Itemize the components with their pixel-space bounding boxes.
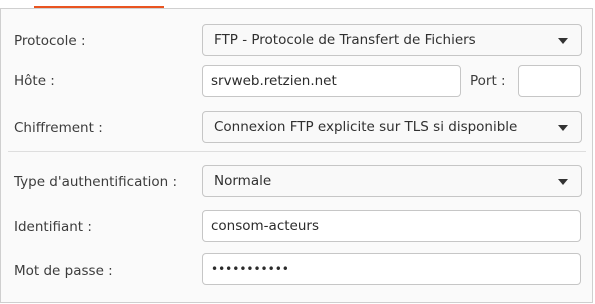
auth-type-value: Normale [214,173,272,189]
protocol-value: FTP - Protocole de Transfert de Fichiers [214,32,476,48]
protocol-label: Protocole : [14,33,86,49]
password-label: Mot de passe : [14,263,113,279]
host-label: Hôte : [14,73,55,89]
auth-type-label: Type d'authentification : [14,174,178,190]
username-label: Identifiant : [14,219,92,235]
chevron-down-icon [558,125,568,131]
encryption-label: Chiffrement : [14,120,103,136]
section-divider [8,151,586,152]
password-input[interactable]: ••••••••••• [202,253,581,285]
chevron-down-icon [558,179,568,185]
protocol-dropdown[interactable]: FTP - Protocole de Transfert de Fichiers [202,24,582,56]
chevron-down-icon [558,38,568,44]
username-input[interactable]: consom-acteurs [202,210,581,242]
host-value: srvweb.retzien.net [211,73,337,89]
encryption-value: Connexion FTP explicite sur TLS si dispo… [214,119,518,135]
port-input[interactable] [518,65,581,97]
username-value: consom-acteurs [211,218,319,234]
host-input[interactable]: srvweb.retzien.net [202,65,461,97]
port-label: Port : [470,73,506,89]
encryption-dropdown[interactable]: Connexion FTP explicite sur TLS si dispo… [202,111,582,143]
password-value: ••••••••••• [211,262,289,276]
tab-strip [0,0,595,9]
auth-type-dropdown[interactable]: Normale [202,165,582,197]
